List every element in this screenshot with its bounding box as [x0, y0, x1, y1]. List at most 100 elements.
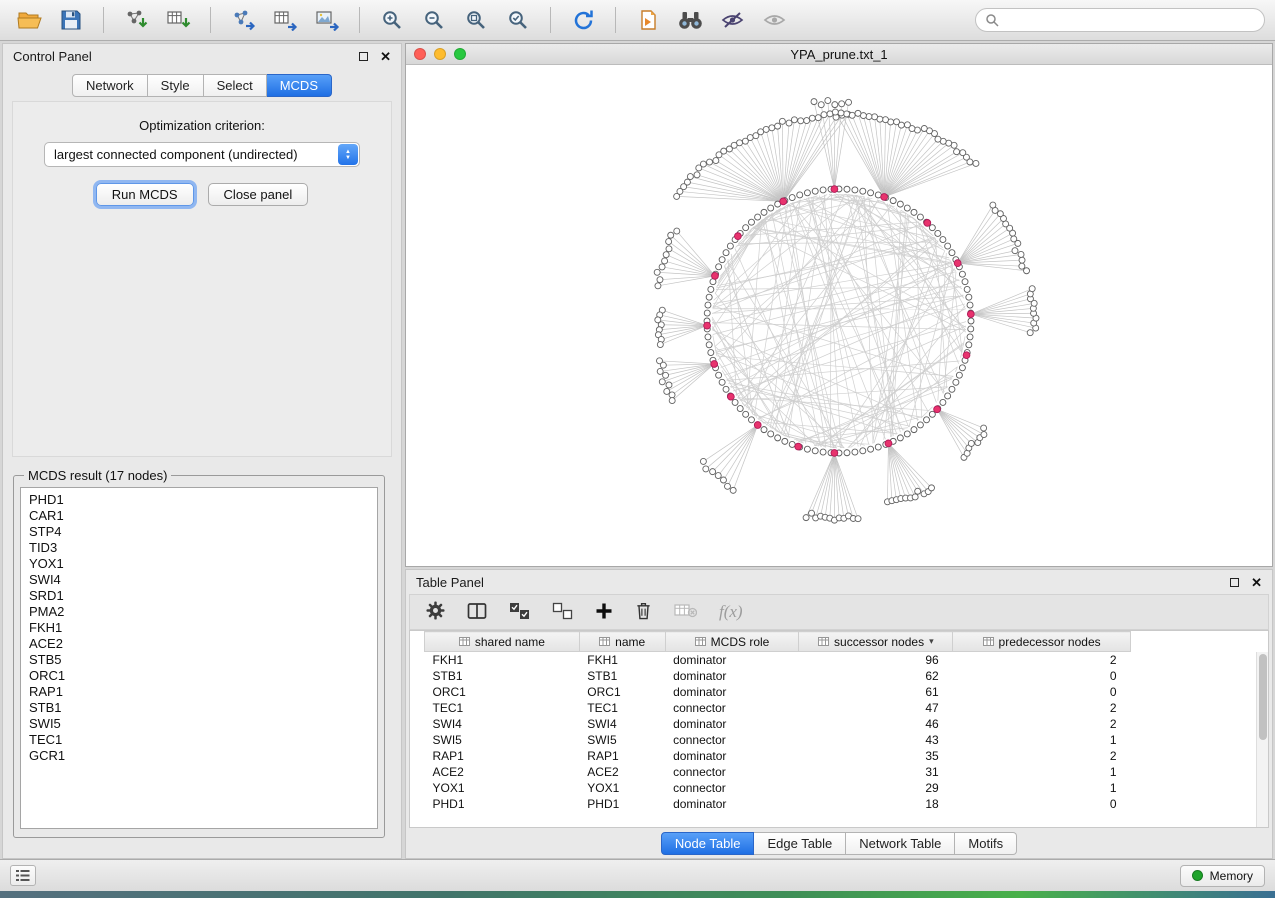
minimize-window-icon[interactable]	[434, 48, 446, 60]
search-input[interactable]	[1005, 12, 1255, 28]
maximize-window-icon[interactable]	[454, 48, 466, 60]
mcds-result-item[interactable]: ORC1	[29, 668, 369, 684]
cell-name: SWI5	[579, 732, 665, 748]
cell-name: FKH1	[579, 652, 665, 668]
import-network-button[interactable]	[117, 4, 155, 36]
table-row[interactable]: RAP1 RAP1 dominator 35 2	[425, 748, 1131, 764]
zoom-selected-button[interactable]	[499, 4, 537, 36]
column-header[interactable]: name ▾	[579, 632, 665, 652]
table-row[interactable]: YOX1 YOX1 connector 29 1	[425, 780, 1131, 796]
export-table-button[interactable]	[266, 4, 304, 36]
mcds-result-item[interactable]: STB5	[29, 652, 369, 668]
criterion-dropdown[interactable]: largest connected component (undirected)…	[44, 142, 360, 167]
close-panel-button[interactable]: Close panel	[208, 183, 309, 206]
cell-mcds-role: dominator	[665, 716, 799, 732]
open-file-button[interactable]	[10, 4, 48, 36]
toolbar-separator	[210, 7, 211, 33]
table-tab[interactable]: Node Table	[661, 832, 755, 855]
zoom-in-button[interactable]	[373, 4, 411, 36]
control-panel-tab[interactable]: Network	[72, 74, 148, 97]
network-titlebar[interactable]: YPA_prune.txt_1	[406, 44, 1272, 65]
clone-network-button[interactable]	[629, 4, 667, 36]
cell-successor-nodes: 96	[799, 652, 953, 668]
column-header[interactable]: predecessor nodes ▾	[953, 632, 1131, 652]
table-row[interactable]: ORC1 ORC1 dominator 61 0	[425, 684, 1131, 700]
export-network-button[interactable]	[224, 4, 262, 36]
toolbar-separator	[615, 7, 616, 33]
control-panel-tab[interactable]: MCDS	[267, 74, 332, 97]
export-image-button[interactable]	[308, 4, 346, 36]
mcds-result-item[interactable]: SWI4	[29, 572, 369, 588]
table-row[interactable]: SWI5 SWI5 connector 43 1	[425, 732, 1131, 748]
delete-row-button[interactable]	[635, 601, 652, 623]
table-scrollbar[interactable]	[1256, 652, 1268, 827]
import-table-button[interactable]	[159, 4, 197, 36]
table-tab[interactable]: Edge Table	[754, 832, 846, 855]
search-box[interactable]	[975, 8, 1265, 32]
cell-successor-nodes: 61	[799, 684, 953, 700]
table-row[interactable]: SWI4 SWI4 dominator 46 2	[425, 716, 1131, 732]
network-canvas[interactable]	[406, 65, 1272, 566]
cell-name: ACE2	[579, 764, 665, 780]
select-all-button[interactable]	[509, 602, 530, 623]
mcds-result-item[interactable]: SRD1	[29, 588, 369, 604]
show-columns-button[interactable]	[467, 602, 487, 623]
export-image-icon	[315, 9, 340, 31]
cell-mcds-role: connector	[665, 700, 799, 716]
scrollbar-thumb[interactable]	[1259, 654, 1267, 740]
task-history-button[interactable]	[10, 865, 36, 886]
mcds-result-item[interactable]: GCR1	[29, 748, 369, 764]
mcds-result-item[interactable]: STP4	[29, 524, 369, 540]
zoom-fit-button[interactable]	[457, 4, 495, 36]
table-row[interactable]: ACE2 ACE2 connector 31 1	[425, 764, 1131, 780]
cell-shared-name: SWI4	[425, 716, 580, 732]
close-panel-icon[interactable]: ✕	[1251, 576, 1262, 589]
mcds-result-item[interactable]: RAP1	[29, 684, 369, 700]
network-graph[interactable]	[406, 65, 1272, 566]
deselect-all-button[interactable]	[552, 602, 573, 623]
control-panel-tab[interactable]: Style	[148, 74, 204, 97]
cell-mcds-role: connector	[665, 764, 799, 780]
mcds-result-item[interactable]: SWI5	[29, 716, 369, 732]
table-row[interactable]: STB1 STB1 dominator 62 0	[425, 668, 1131, 684]
function-builder-button[interactable]: f(x)	[719, 602, 743, 622]
delete-table-button[interactable]	[674, 602, 697, 622]
run-mcds-button[interactable]: Run MCDS	[96, 183, 194, 206]
float-panel-icon[interactable]	[1230, 578, 1239, 587]
hide-selected-button[interactable]	[713, 4, 751, 36]
refresh-view-button[interactable]	[564, 4, 602, 36]
save-session-button[interactable]	[52, 4, 90, 36]
close-panel-icon[interactable]: ✕	[380, 50, 391, 63]
column-header[interactable]: MCDS role ▾	[665, 632, 799, 652]
mcds-result-item[interactable]: CAR1	[29, 508, 369, 524]
table-tab[interactable]: Network Table	[846, 832, 955, 855]
mcds-result-item[interactable]: TID3	[29, 540, 369, 556]
table-settings-button[interactable]	[426, 601, 445, 623]
mcds-result-item[interactable]: FKH1	[29, 620, 369, 636]
memory-label: Memory	[1210, 869, 1253, 883]
column-header[interactable]: shared name ▾	[425, 632, 580, 652]
table-tab[interactable]: Motifs	[955, 832, 1017, 855]
mcds-result-item[interactable]: TEC1	[29, 732, 369, 748]
float-panel-icon[interactable]	[359, 52, 368, 61]
column-header-label: shared name	[475, 635, 545, 649]
find-button[interactable]	[671, 4, 709, 36]
close-window-icon[interactable]	[414, 48, 426, 60]
zoom-out-button[interactable]	[415, 4, 453, 36]
node-table: shared name ▾ name ▾	[424, 631, 1131, 812]
mcds-result-item[interactable]: ACE2	[29, 636, 369, 652]
mcds-panel: Optimization criterion: largest connecte…	[12, 101, 392, 457]
control-panel-tab[interactable]: Select	[204, 74, 267, 97]
mcds-result-item[interactable]: YOX1	[29, 556, 369, 572]
mcds-result-item[interactable]: PHD1	[29, 492, 369, 508]
mcds-result-item[interactable]: PMA2	[29, 604, 369, 620]
add-row-button[interactable]	[595, 602, 613, 623]
table-row[interactable]: PHD1 PHD1 dominator 18 0	[425, 796, 1131, 812]
mcds-result-item[interactable]: STB1	[29, 700, 369, 716]
table-row[interactable]: FKH1 FKH1 dominator 96 2	[425, 652, 1131, 668]
memory-button[interactable]: Memory	[1180, 865, 1265, 887]
column-header[interactable]: successor nodes ▾	[799, 632, 953, 652]
control-panel-tabs: Network Style Select MCDS	[3, 74, 401, 97]
show-hidden-button[interactable]	[755, 4, 793, 36]
table-row[interactable]: TEC1 TEC1 connector 47 2	[425, 700, 1131, 716]
